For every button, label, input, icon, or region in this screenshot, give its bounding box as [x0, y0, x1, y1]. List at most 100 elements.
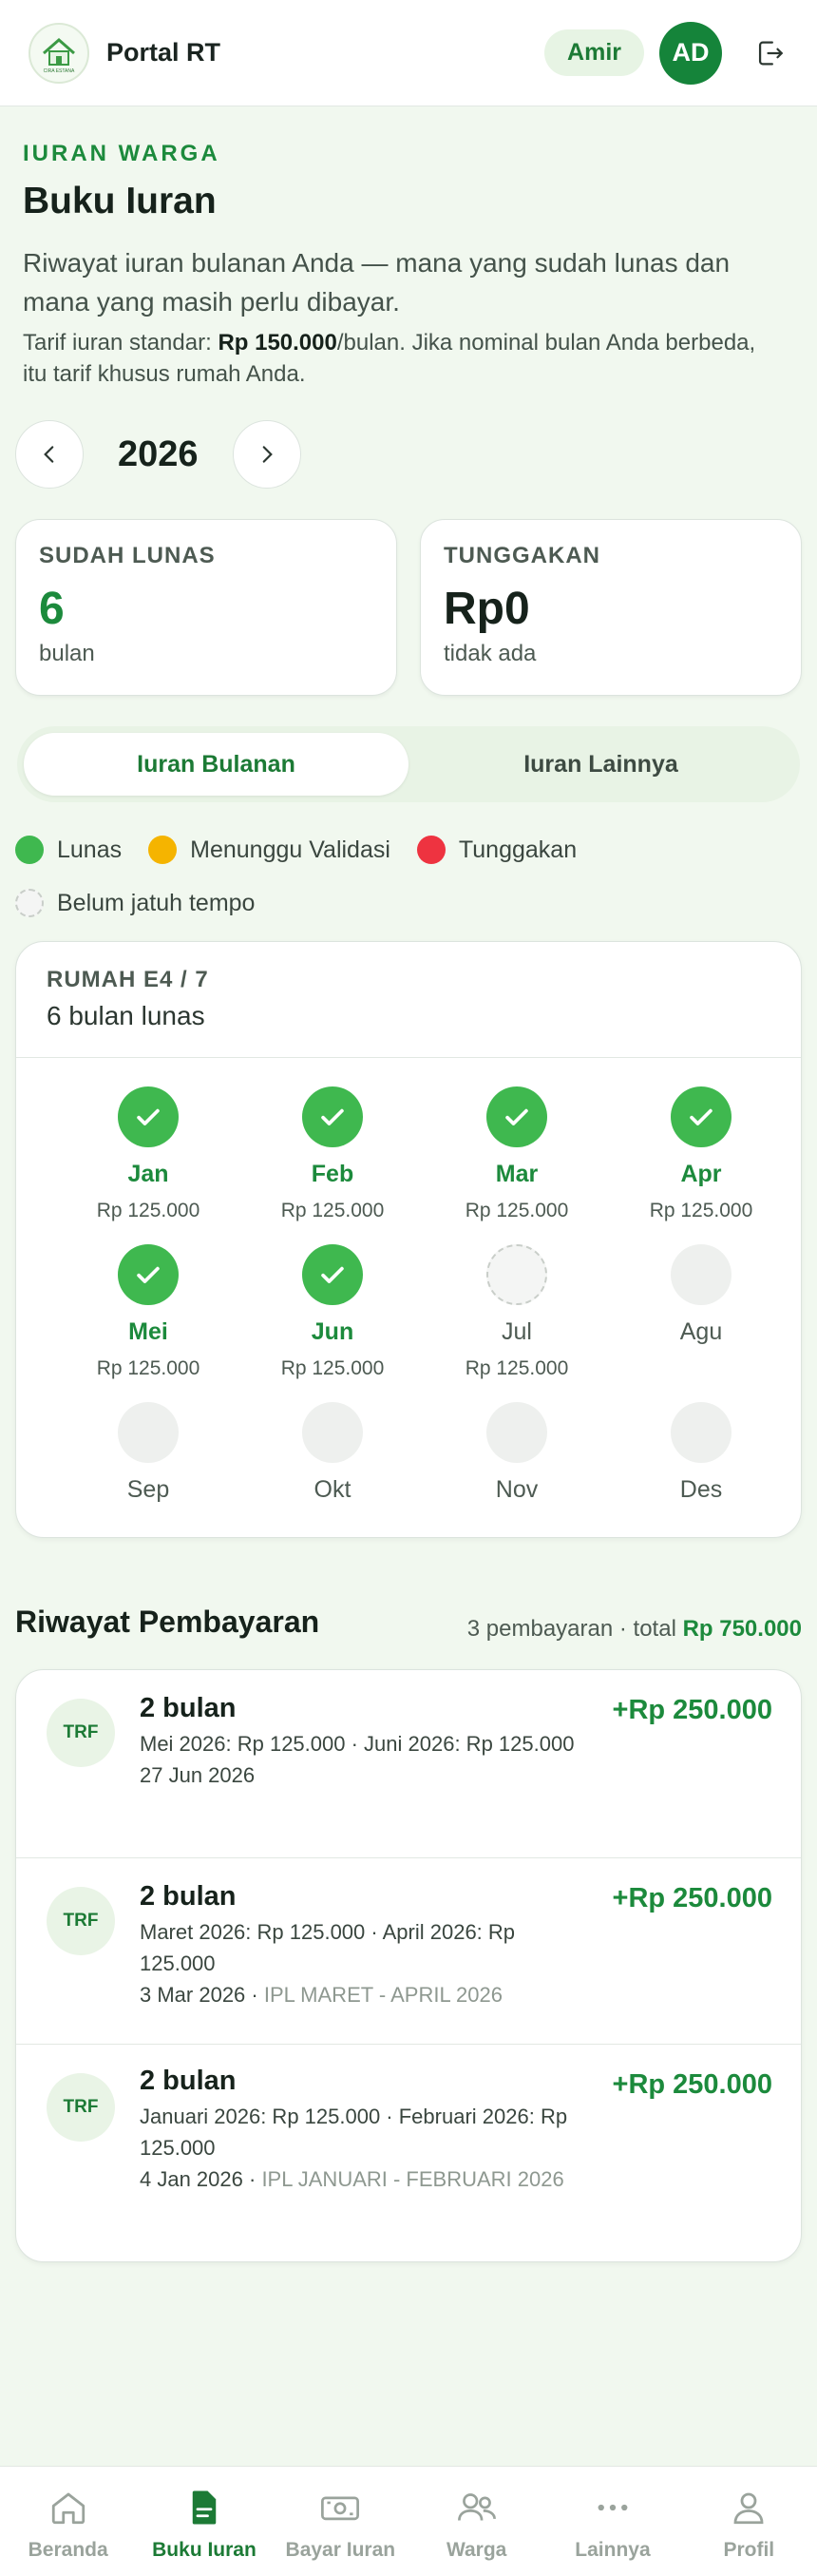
history-title: Riwayat Pembayaran: [15, 1605, 320, 1639]
people-icon: [455, 2486, 499, 2529]
app-title: Portal RT: [106, 38, 221, 67]
empty-status-icon: [671, 1244, 732, 1305]
paid-stat-value: 6: [39, 584, 65, 634]
house-summary: 6 bulan lunas: [47, 1001, 205, 1030]
nav-item-profil[interactable]: Profil: [681, 2467, 817, 2576]
tab-other-fee[interactable]: Iuran Lainnya: [408, 733, 793, 796]
nav-item-beranda[interactable]: Beranda: [0, 2467, 136, 2576]
house-code: RUMAH E4 / 7: [47, 967, 209, 992]
month-name: Jun: [311, 1318, 354, 1345]
payment-item[interactable]: TRF 2 bulan Januari 2026: Rp 125.000 · F…: [16, 2045, 801, 2261]
arrears-dot-icon: [416, 836, 446, 864]
chevron-left-icon: [44, 446, 54, 463]
month-amount: Rp 125.000: [465, 1357, 569, 1379]
section-eyebrow: IURAN WARGA: [23, 141, 220, 166]
payment-amount: +Rp 250.000: [612, 1883, 772, 1913]
month-amount: Rp 125.000: [280, 1200, 385, 1221]
month-name: Agu: [679, 1318, 723, 1345]
nav-item-warga[interactable]: Warga: [408, 2467, 544, 2576]
month-amount: Rp 125.000: [649, 1200, 753, 1221]
status-legend: Lunas Menunggu Validasi Tunggakan Belum …: [15, 833, 804, 920]
year-label: 2026: [118, 433, 199, 474]
fee-tabs: Iuran Bulanan Iuran Lainnya: [17, 726, 800, 802]
upcoming-status-icon: [486, 1244, 547, 1305]
check-icon: [671, 1086, 732, 1147]
payment-item[interactable]: TRF 2 bulan Maret 2026: Rp 125.000 · Apr…: [16, 1858, 801, 2045]
month-name: Okt: [314, 1476, 352, 1503]
payment-note: IPL MARET - APRIL 2026: [263, 1983, 503, 2007]
month-cell[interactable]: Agu: [609, 1244, 793, 1346]
check-icon: [302, 1086, 363, 1147]
check-icon: [118, 1086, 179, 1147]
month-name: Mei: [128, 1318, 168, 1345]
more-icon: [591, 2486, 635, 2529]
month-cell[interactable]: Jan Rp 125.000: [56, 1086, 240, 1222]
next-year-button[interactable]: [232, 420, 301, 489]
empty-status-icon: [486, 1402, 547, 1463]
pending-dot-icon: [148, 836, 178, 864]
not-due-dot-icon: [15, 889, 44, 917]
tariff-amount: Rp 150.000: [218, 330, 337, 356]
month-name: Sep: [126, 1476, 170, 1503]
payment-item[interactable]: TRF 2 bulan Mei 2026: Rp 125.000 · Juni …: [16, 1670, 801, 1858]
arrears-stat-card: TUNGGAKAN Rp0 tidak ada: [420, 519, 802, 696]
month-amount: Rp 125.000: [465, 1200, 569, 1221]
month-amount: Rp 125.000: [96, 1357, 200, 1379]
tariff-note: Tarif iuran standar: Rp 150.000/bulan. J…: [23, 330, 756, 387]
month-name: Des: [679, 1476, 723, 1503]
prev-year-button[interactable]: [15, 420, 84, 489]
check-icon: [486, 1086, 547, 1147]
payment-history-list: TRF 2 bulan Mei 2026: Rp 125.000 · Juni …: [15, 1669, 802, 2262]
empty-status-icon: [118, 1402, 179, 1463]
payment-note: IPL JANUARI - FEBRUARI 2026: [261, 2167, 564, 2191]
month-name: Mar: [495, 1161, 539, 1187]
ledger-icon: [182, 2486, 226, 2529]
chevron-right-icon: [262, 446, 273, 463]
empty-status-icon: [671, 1402, 732, 1463]
month-cell[interactable]: Jul Rp 125.000: [425, 1244, 609, 1380]
month-cell[interactable]: Apr Rp 125.000: [609, 1086, 793, 1222]
bottom-nav: Beranda Buku Iuran Bayar Iuran Warga Lai…: [0, 2466, 817, 2576]
month-cell[interactable]: Okt: [240, 1402, 425, 1504]
logout-icon[interactable]: [750, 34, 788, 72]
empty-status-icon: [302, 1402, 363, 1463]
month-cell[interactable]: Des: [609, 1402, 793, 1504]
month-amount: Rp 125.000: [280, 1357, 385, 1379]
payment-amount: +Rp 250.000: [612, 1695, 772, 1725]
month-name: Jan: [127, 1161, 169, 1187]
month-cell[interactable]: Mar Rp 125.000: [425, 1086, 609, 1222]
month-cell[interactable]: Nov: [425, 1402, 609, 1504]
month-cell[interactable]: Feb Rp 125.000: [240, 1086, 425, 1222]
profile-icon: [727, 2486, 770, 2529]
month-name: Nov: [495, 1476, 539, 1503]
month-cell[interactable]: Jun Rp 125.000: [240, 1244, 425, 1380]
nav-item-buku-iuran[interactable]: Buku Iuran: [136, 2467, 272, 2576]
page-title: Buku Iuran: [23, 181, 217, 221]
transfer-badge: TRF: [47, 1887, 115, 1955]
nav-item-bayar-iuran[interactable]: Bayar Iuran: [273, 2467, 408, 2576]
paid-dot-icon: [15, 836, 44, 864]
avatar[interactable]: AD: [659, 21, 722, 85]
svg-text:CIRA ESTANA: CIRA ESTANA: [44, 68, 75, 74]
transfer-badge: TRF: [47, 1699, 115, 1767]
month-name: Apr: [680, 1161, 722, 1187]
month-name: Jul: [502, 1318, 532, 1345]
user-name-pill[interactable]: Amir: [544, 29, 644, 76]
year-navigator: 2026: [15, 420, 301, 489]
month-cell[interactable]: Sep: [56, 1402, 240, 1504]
home-icon: [47, 2486, 90, 2529]
transfer-badge: TRF: [47, 2073, 115, 2142]
month-cell[interactable]: Mei Rp 125.000: [56, 1244, 240, 1380]
app-logo[interactable]: CIRA ESTANA: [28, 22, 89, 84]
month-name: Feb: [311, 1161, 354, 1187]
check-icon: [118, 1244, 179, 1305]
page-intro: Riwayat iuran bulanan Anda — mana yang s…: [23, 248, 731, 317]
tab-monthly-fee[interactable]: Iuran Bulanan: [24, 733, 408, 796]
check-icon: [302, 1244, 363, 1305]
app-header: CIRA ESTANA Portal RT Amir AD: [0, 0, 817, 106]
house-fee-card: RUMAH E4 / 7 6 bulan lunas Jan Rp 125.000…: [15, 941, 802, 1538]
month-amount: Rp 125.000: [96, 1200, 200, 1221]
history-meta: 3 pembayaran · total Rp 750.000: [466, 1616, 802, 1642]
nav-item-lainnya[interactable]: Lainnya: [544, 2467, 680, 2576]
payment-amount: +Rp 250.000: [612, 2069, 772, 2100]
